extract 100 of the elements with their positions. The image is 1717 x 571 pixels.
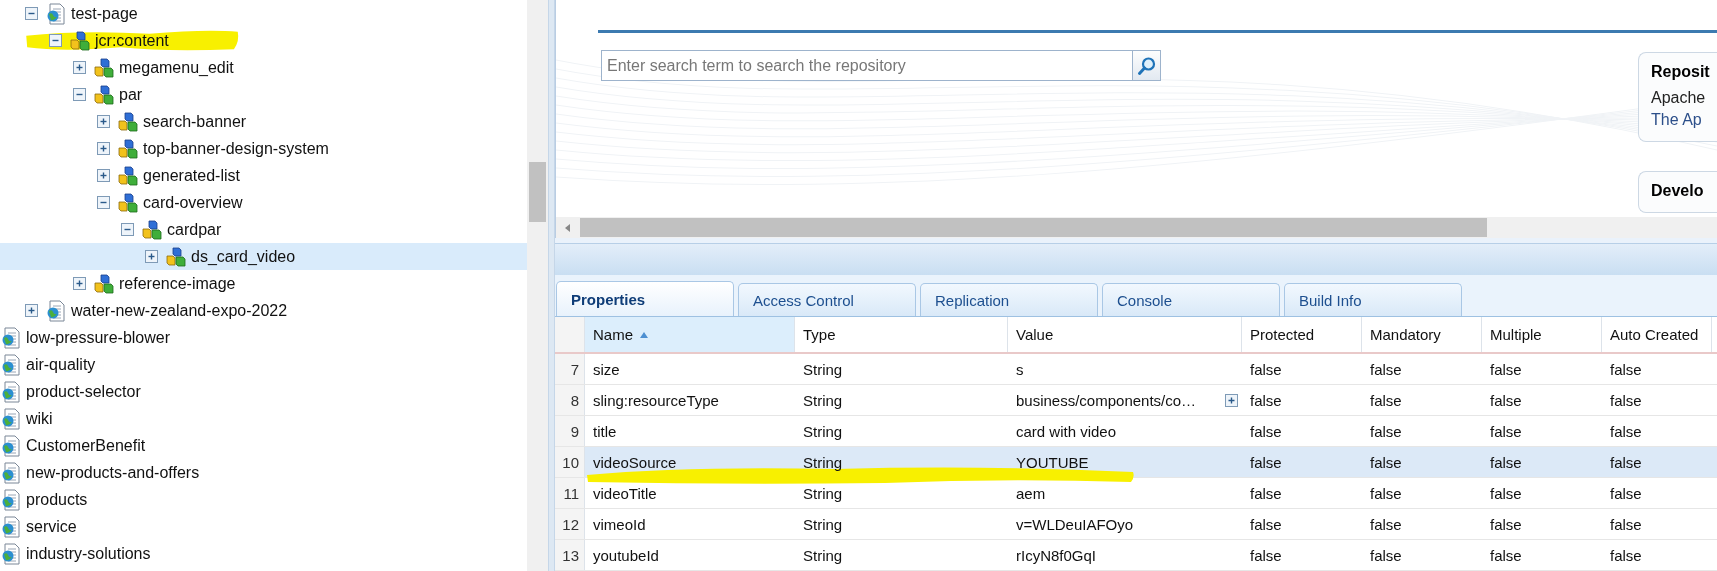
tree-item-label[interactable]: wiki: [24, 409, 55, 428]
expand-icon[interactable]: [73, 61, 86, 74]
tab[interactable]: Access Control: [738, 283, 916, 316]
tree-row[interactable]: cardpar: [0, 216, 527, 243]
tree-item-label[interactable]: product-selector: [24, 382, 143, 401]
tree-item-label[interactable]: industry-solutions: [24, 544, 153, 563]
table-row[interactable]: 12 vimeoId String v=WLDeuIAFOyo false false false false: [555, 509, 1717, 540]
column-header[interactable]: Auto Created: [1602, 317, 1712, 352]
tree-item-label[interactable]: new-products-and-offers: [24, 463, 202, 482]
tree-item-label[interactable]: products: [24, 490, 90, 509]
expand-icon[interactable]: [25, 304, 38, 317]
tree-item-label[interactable]: service: [24, 517, 79, 536]
tree-item-label[interactable]: ds_card_video: [189, 247, 298, 266]
tree-row[interactable]: low-pressure-blower: [0, 324, 527, 351]
tree-item-label[interactable]: megamenu_edit: [117, 58, 236, 77]
scrollbar-thumb[interactable]: [529, 162, 546, 222]
tree-item-label[interactable]: air-quality: [24, 355, 98, 374]
expand-icon[interactable]: [1225, 393, 1238, 407]
table-cell-text: false: [1609, 452, 1643, 473]
table-cell-text: String: [802, 545, 844, 566]
vertical-scrollbar[interactable]: [527, 0, 548, 571]
tree-row[interactable]: air-quality: [0, 351, 527, 378]
tree-row[interactable]: water-new-zealand-expo-2022: [0, 297, 527, 324]
tree-item-label[interactable]: generated-list: [141, 166, 242, 185]
tab[interactable]: Build Info: [1284, 283, 1462, 316]
table-row[interactable]: 11 videoTitle String aem false false false false: [555, 478, 1717, 509]
tree-row[interactable]: service: [0, 513, 527, 540]
tab[interactable]: Properties: [556, 281, 734, 316]
horizontal-scrollbar[interactable]: [556, 217, 1717, 238]
tree-item-label[interactable]: card-overview: [141, 193, 245, 212]
tree-row[interactable]: reference-image: [0, 270, 527, 297]
table-cell-text: false: [1609, 390, 1643, 411]
row-number: 12: [555, 509, 585, 539]
expand-icon[interactable]: [97, 142, 110, 155]
cubes-icon: [93, 272, 115, 295]
column-header[interactable]: Multiple: [1482, 317, 1602, 352]
search-field[interactable]: Enter search term to search the repository: [601, 50, 1133, 81]
cubes-icon: [93, 56, 115, 79]
expand-icon[interactable]: [97, 115, 110, 128]
tree-row[interactable]: CustomerBenefit: [0, 432, 527, 459]
table-cell-text: false: [1489, 545, 1523, 566]
tree-row[interactable]: search-banner: [0, 108, 527, 135]
tree-row[interactable]: generated-list: [0, 162, 527, 189]
page-icon: [45, 299, 67, 322]
tree-row[interactable]: product-selector: [0, 378, 527, 405]
tree-row[interactable]: ds_card_video: [0, 243, 527, 270]
collapse-icon[interactable]: [73, 88, 86, 101]
table-cell-text: false: [1609, 359, 1643, 380]
table-cell-text: title: [592, 421, 618, 442]
cubes-icon: [165, 245, 187, 268]
table-cell-text: false: [1489, 390, 1523, 411]
expand-icon[interactable]: [97, 169, 110, 182]
tree-item-label[interactable]: par: [117, 85, 145, 104]
table-row[interactable]: 7 size String s false false false false: [555, 354, 1717, 385]
collapse-icon[interactable]: [97, 196, 110, 209]
tree-row[interactable]: test-page: [0, 0, 527, 27]
table-cell-text: sling:resourceType: [592, 390, 720, 411]
tree-row[interactable]: wiki: [0, 405, 527, 432]
tree-item-label[interactable]: CustomerBenefit: [24, 436, 148, 455]
column-header[interactable]: Value: [1008, 317, 1242, 352]
expand-icon[interactable]: [73, 277, 86, 290]
tree-item-label[interactable]: test-page: [69, 4, 140, 23]
scrollbar-thumb[interactable]: [580, 218, 1487, 237]
table-cell-text: rIcyN8f0GqI: [1015, 545, 1098, 566]
tree-row[interactable]: products: [0, 486, 527, 513]
tree-row[interactable]: industry-solutions: [0, 540, 527, 567]
table-cell-text: false: [1609, 545, 1643, 566]
tree-item-label[interactable]: water-new-zealand-expo-2022: [69, 301, 290, 320]
table-cell-text: false: [1369, 390, 1403, 411]
tab[interactable]: Console: [1102, 283, 1280, 316]
column-header[interactable]: Mandatory: [1362, 317, 1482, 352]
tree-item-label[interactable]: low-pressure-blower: [24, 328, 173, 347]
expand-icon[interactable]: [145, 250, 158, 263]
tab[interactable]: Replication: [920, 283, 1098, 316]
tree-row[interactable]: par: [0, 81, 527, 108]
header-label: Auto Created: [1610, 326, 1699, 343]
scroll-left-icon[interactable]: [563, 222, 573, 233]
table-cell-text: false: [1369, 452, 1403, 473]
search-button[interactable]: [1133, 50, 1161, 81]
table-cell-text: false: [1489, 452, 1523, 473]
tree-item-label[interactable]: reference-image: [117, 274, 238, 293]
row-number: 7: [555, 354, 585, 384]
column-header[interactable]: Type: [795, 317, 1008, 352]
tree-row[interactable]: new-products-and-offers: [0, 459, 527, 486]
tree-item-label[interactable]: cardpar: [165, 220, 224, 239]
tree-item-label[interactable]: search-banner: [141, 112, 249, 131]
tree-row[interactable]: top-banner-design-system: [0, 135, 527, 162]
tree-row[interactable]: card-overview: [0, 189, 527, 216]
collapse-icon[interactable]: [121, 223, 134, 236]
column-header[interactable]: Name: [585, 317, 795, 352]
column-header[interactable]: Protected: [1242, 317, 1362, 352]
table-row[interactable]: 8 sling:resourceType String business/components/co… false false false false: [555, 385, 1717, 416]
tree-row[interactable]: jcr:content: [0, 27, 527, 54]
cubes-icon: [69, 29, 91, 52]
tree-item-label[interactable]: top-banner-design-system: [141, 139, 331, 158]
card-link[interactable]: The Ap: [1651, 111, 1717, 129]
tree-row[interactable]: megamenu_edit: [0, 54, 527, 81]
collapse-icon[interactable]: [49, 34, 62, 47]
collapse-icon[interactable]: [25, 7, 38, 20]
table-row[interactable]: 13 youtubeId String rIcyN8f0GqI false false false false: [555, 540, 1717, 571]
